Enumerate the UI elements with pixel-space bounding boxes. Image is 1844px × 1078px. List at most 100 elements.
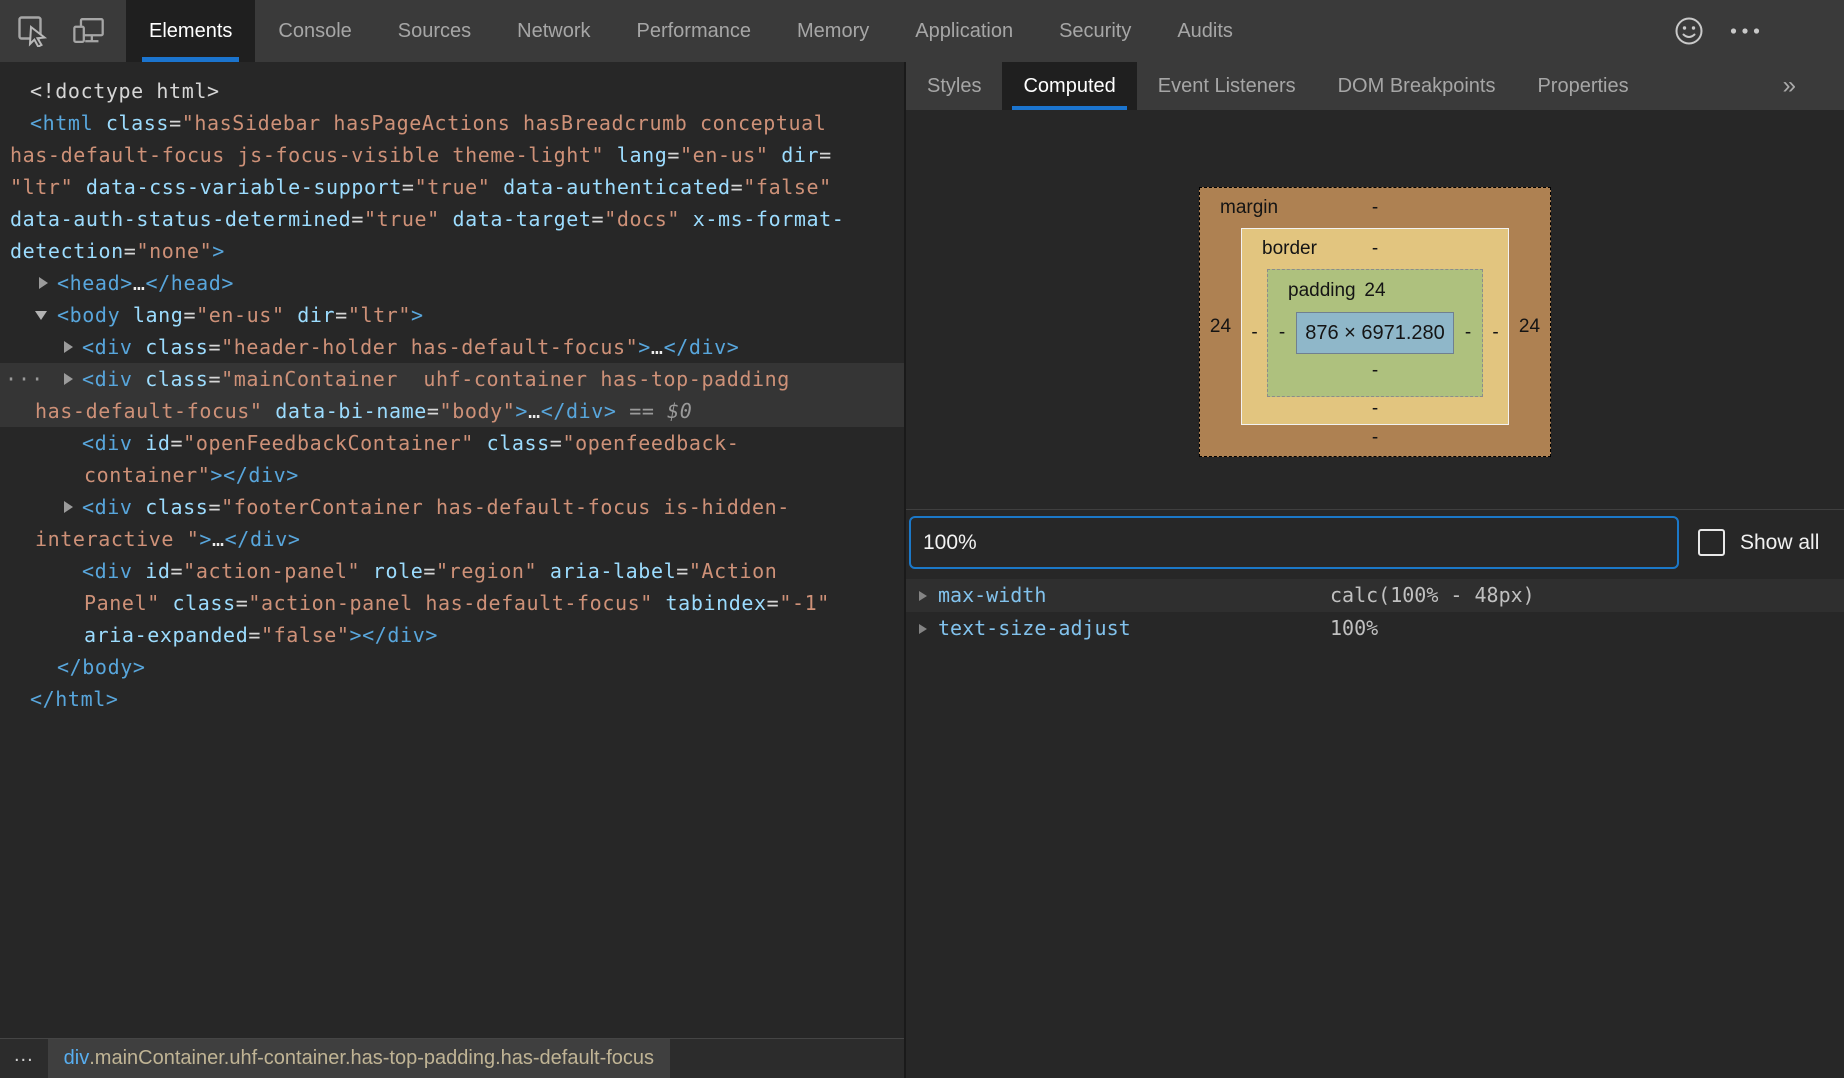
padding-top-value[interactable]: 24 (1364, 280, 1385, 301)
computed-property-row[interactable]: max-widthcalc(100% - 48px) (906, 579, 1844, 612)
show-all-checkbox[interactable] (1698, 529, 1725, 556)
dom-tree-node[interactable]: <div id="openFeedbackContainer" class="o… (0, 427, 904, 459)
tab-audits[interactable]: Audits (1154, 0, 1256, 62)
code-token: <!doctype html> (30, 79, 220, 103)
box-model-margin[interactable]: margin - 24 border - - (1199, 187, 1551, 457)
border-label: border (1262, 229, 1317, 269)
computed-property-row[interactable]: text-size-adjust100% (906, 612, 1844, 645)
more-options-icon[interactable] (1730, 16, 1760, 46)
dom-tree-node[interactable]: interactive ">…</div> (0, 523, 904, 555)
node-overflow-dots[interactable]: ··· (5, 363, 44, 395)
breadcrumb-overflow-dots[interactable]: ... (0, 1039, 48, 1078)
code-token: "en-us" (680, 143, 769, 167)
dom-tree-node[interactable]: container"></div> (0, 459, 904, 491)
border-top-value[interactable]: - (1372, 238, 1378, 259)
code-token: "action-panel" (183, 559, 360, 583)
feedback-smiley-icon[interactable] (1674, 16, 1704, 46)
code-token: = (169, 111, 182, 135)
tab-event-listeners[interactable]: Event Listeners (1137, 62, 1317, 110)
expand-arrow-icon[interactable] (64, 341, 73, 353)
code-token: … (133, 271, 146, 295)
code-token: "region" (436, 559, 537, 583)
code-token: "openFeedbackContainer" (183, 431, 474, 455)
property-name: max-width (938, 583, 1046, 607)
border-right-value[interactable]: - (1483, 269, 1508, 397)
dom-tree: <!doctype html> <html class="hasSidebar h… (0, 62, 904, 1038)
border-left-value[interactable]: - (1242, 269, 1267, 397)
tab-sources[interactable]: Sources (375, 0, 494, 62)
dom-tree-node[interactable]: <body lang="en-us" dir="ltr"> (0, 299, 904, 331)
dom-tree-node[interactable]: </body> (0, 651, 904, 683)
code-token: "footerContainer has-default-focus is-hi… (221, 495, 790, 519)
code-token: = (248, 623, 261, 647)
tab-properties[interactable]: Properties (1516, 62, 1649, 110)
tab-performance[interactable]: Performance (614, 0, 775, 62)
code-token: "false" (743, 175, 832, 199)
tab-dom-breakpoints[interactable]: DOM Breakpoints (1317, 62, 1517, 110)
dom-tree-node[interactable]: <head>…</head> (0, 267, 904, 299)
code-token: data-bi-name (263, 399, 427, 423)
box-model-border[interactable]: border - - padding 24 - (1241, 228, 1509, 425)
box-model-content[interactable]: 876 × 6971.280 (1296, 312, 1454, 354)
dom-tree-node[interactable]: Panel" class="action-panel has-default-f… (0, 587, 904, 619)
tab-network[interactable]: Network (494, 0, 613, 62)
dom-tree-node[interactable]: "ltr" data-css-variable-support="true" d… (0, 171, 904, 203)
padding-bottom-value[interactable]: - (1372, 360, 1378, 381)
code-token: <div (82, 431, 145, 455)
code-token: "ltr" (10, 175, 73, 199)
dom-tree-node[interactable]: </html> (0, 683, 904, 715)
code-token: <body (57, 303, 133, 327)
tabs-overflow-icon[interactable]: » (1783, 62, 1844, 110)
inspect-icon[interactable] (16, 14, 50, 48)
breadcrumb-bar: ... div.mainContainer.uhf-container.has-… (0, 1038, 904, 1078)
margin-left-value[interactable]: 24 (1200, 228, 1241, 425)
property-value: 100% (1330, 612, 1378, 645)
padding-right-value[interactable]: - (1454, 312, 1482, 354)
border-bottom-value[interactable]: - (1372, 398, 1378, 419)
code-token: > (515, 399, 528, 423)
dom-tree-node[interactable]: <html class="hasSidebar hasPageActions h… (0, 107, 904, 139)
filter-input[interactable] (909, 516, 1679, 569)
margin-right-value[interactable]: 24 (1509, 228, 1550, 425)
dom-tree-node[interactable]: <div class="header-holder has-default-fo… (0, 331, 904, 363)
dom-tree-node[interactable]: data-auth-status-determined="true" data-… (0, 203, 904, 235)
expand-arrow-icon[interactable] (64, 373, 73, 385)
margin-top-value[interactable]: - (1372, 197, 1378, 218)
code-token: <div (82, 367, 145, 391)
device-toolbar-icon[interactable] (72, 14, 106, 48)
tab-application[interactable]: Application (892, 0, 1036, 62)
tab-memory[interactable]: Memory (774, 0, 892, 62)
tab-styles[interactable]: Styles (906, 62, 1002, 110)
expand-arrow-icon[interactable] (919, 624, 927, 634)
padding-left-value[interactable]: - (1268, 312, 1296, 354)
tab-elements[interactable]: Elements (126, 0, 255, 62)
computed-properties-list: max-widthcalc(100% - 48px)text-size-adju… (906, 579, 1844, 645)
code-token: = (236, 591, 249, 615)
dom-tree-node[interactable]: aria-expanded="false"></div> (0, 619, 904, 651)
expand-arrow-icon[interactable] (39, 277, 48, 289)
code-token: <head> (57, 271, 133, 295)
code-token: data-css-variable-support (86, 175, 402, 199)
dom-tree-node[interactable]: <div class="footerContainer has-default-… (0, 491, 904, 523)
dom-tree-node[interactable]: ···<div class="mainContainer uhf-contain… (0, 363, 904, 395)
expand-arrow-icon[interactable] (64, 501, 73, 513)
tab-computed[interactable]: Computed (1002, 62, 1136, 110)
tab-security[interactable]: Security (1036, 0, 1154, 62)
margin-bottom-value[interactable]: - (1372, 427, 1378, 448)
dom-tree-node[interactable]: detection="none"> (0, 235, 904, 267)
code-token: "en-us" (196, 303, 285, 327)
show-all-label[interactable]: Show all (1740, 514, 1819, 571)
dom-tree-node[interactable]: has-default-focus js-focus-visible theme… (0, 139, 904, 171)
tab-console[interactable]: Console (255, 0, 374, 62)
box-model-padding[interactable]: padding 24 - 876 × 6971.280 - - (1267, 269, 1483, 397)
dom-tree-node[interactable]: <!doctype html> (0, 75, 904, 107)
dom-tree-node[interactable]: <div id="action-panel" role="region" ari… (0, 555, 904, 587)
collapse-arrow-icon[interactable] (35, 311, 47, 320)
code-token: … (651, 335, 664, 359)
main-toolbar-tabs: ElementsConsoleSourcesNetworkPerformance… (126, 0, 1256, 62)
code-token: > (638, 335, 651, 359)
dom-tree-node[interactable]: has-default-focus" data-bi-name="body">…… (0, 395, 904, 427)
expand-arrow-icon[interactable] (919, 591, 927, 601)
code-token: class (145, 367, 208, 391)
breadcrumb-item[interactable]: div.mainContainer.uhf-container.has-top-… (48, 1039, 670, 1078)
